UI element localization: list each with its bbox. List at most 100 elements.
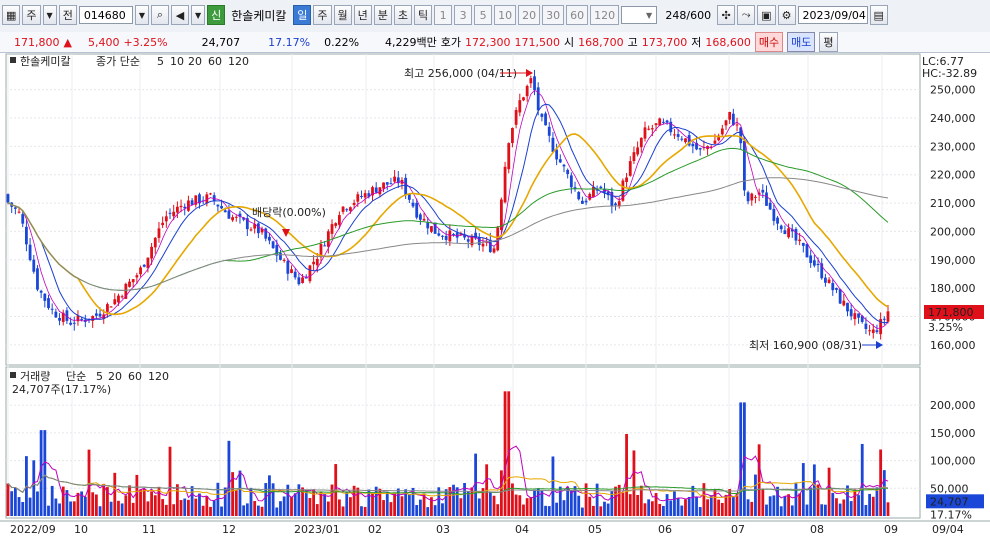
candle-body [614, 203, 617, 206]
volume-bar [418, 499, 422, 516]
candle-body [17, 211, 21, 213]
candle-body [301, 277, 304, 283]
volume-bar [245, 503, 249, 516]
candle-body [658, 118, 662, 126]
candle-body [32, 259, 36, 272]
volume-bar [113, 472, 117, 516]
volume-bar [120, 503, 124, 516]
volume-bar [131, 502, 135, 516]
price-tick-label: 180,000 [930, 282, 976, 295]
candle-body [555, 149, 559, 160]
candle-body [157, 228, 161, 238]
low-label: 저 [691, 36, 702, 49]
period-month-button[interactable]: 월 [333, 5, 352, 25]
code-dropdown-icon[interactable]: ▼ [134, 5, 149, 25]
market-button[interactable]: 주 [22, 5, 41, 25]
candle-body [352, 202, 356, 205]
candle-body [444, 235, 448, 240]
calendar-icon[interactable]: ▤ [869, 5, 888, 25]
volume-bar [628, 494, 632, 516]
speaker-dropdown-icon[interactable]: ▼ [190, 5, 206, 25]
volume-bar [433, 505, 437, 516]
volume-tick-label: 200,000 [930, 399, 976, 412]
volume-bar [853, 489, 857, 516]
period-week-button[interactable]: 주 [313, 5, 332, 25]
volume-bar [544, 505, 547, 516]
candle-body [404, 177, 408, 195]
period-second-button[interactable]: 초 [393, 5, 412, 25]
candle-body [161, 222, 165, 226]
turnover-pct: 17.17% [268, 35, 311, 49]
candle-body [794, 228, 798, 241]
period-tick-button[interactable]: 틱 [414, 5, 433, 25]
candle-body [525, 85, 529, 97]
volume-bar [282, 496, 286, 516]
toolbar: ▦ 주 ▼ 전 014680 ▼ ⌕ ◀ ▼ 신 한솔케미칼 일 주 월 년 분… [0, 0, 990, 33]
low-annotation: 최저 160,900 (08/31) [749, 339, 862, 352]
stock-code-input[interactable]: 014680 [78, 6, 133, 24]
interval-60-button[interactable]: 60 [566, 5, 589, 25]
date-input[interactable]: 2023/09/04 [797, 6, 868, 24]
volume-bar [17, 497, 21, 516]
volume-bar [315, 504, 319, 516]
volume-bar [632, 450, 636, 516]
volume-bar [757, 444, 761, 516]
period-minute-button[interactable]: 분 [373, 5, 392, 25]
count-field[interactable]: 248/600 [659, 6, 715, 24]
candle-body [691, 143, 695, 147]
volume-bar [809, 487, 813, 516]
search-icon[interactable]: ⌕ [150, 5, 169, 25]
candle-body [345, 209, 349, 211]
interval-dropdown[interactable]: ▼ [621, 6, 658, 24]
volume-bar [750, 501, 754, 516]
interval-3-button[interactable]: 3 [454, 5, 473, 25]
volume-bar [43, 430, 47, 516]
interval-20-button[interactable]: 20 [518, 5, 541, 25]
candle-body [94, 313, 98, 316]
grid-icon[interactable]: ▦ [2, 5, 21, 25]
sell-button[interactable]: 매도 [787, 32, 816, 52]
candle-body [754, 196, 757, 198]
candle-body [448, 230, 452, 242]
price-legend-ma-20: 20 [188, 55, 202, 68]
volume-bar [168, 446, 172, 516]
chart-type-icon[interactable]: ⤳ [737, 5, 756, 25]
candle-body [256, 223, 260, 234]
volume-bar [547, 506, 551, 516]
period-day-button[interactable]: 일 [293, 5, 312, 25]
interval-5-button[interactable]: 5 [474, 5, 493, 25]
price-change-pct: +3.25% [123, 35, 168, 49]
count-total: /600 [686, 8, 712, 22]
buy-button[interactable]: 매수 [754, 32, 784, 52]
eval-button[interactable]: 평 [819, 32, 838, 52]
interval-120-button[interactable]: 120 [590, 5, 620, 25]
interval-10-button[interactable]: 10 [494, 5, 517, 25]
speaker-icon[interactable]: ◀ [170, 5, 189, 25]
high-price: 173,700 [641, 35, 688, 49]
crosshair-icon[interactable]: ✣ [717, 5, 736, 25]
all-button[interactable]: 전 [58, 5, 77, 25]
time-tick-label: 12 [222, 523, 236, 536]
volume-bar [76, 492, 80, 516]
volume-bar [183, 498, 187, 516]
stock-chart[interactable]: 160,000170,000180,000190,000200,000210,0… [0, 53, 990, 540]
volume-bar [610, 491, 614, 516]
candle-body [50, 308, 54, 310]
candle-body [882, 318, 886, 320]
interval-1-button[interactable]: 1 [434, 5, 453, 25]
gear-icon[interactable]: ⚙ [777, 5, 796, 25]
volume-bar [551, 456, 555, 516]
volume-bar [669, 500, 673, 516]
candle-body [514, 110, 518, 125]
period-year-button[interactable]: 년 [353, 5, 372, 25]
interval-30-button[interactable]: 30 [542, 5, 565, 25]
candle-body [411, 202, 415, 207]
candle-body [21, 214, 25, 224]
volume-bar [341, 506, 345, 516]
candle-body [477, 237, 481, 245]
price-tick-label: 220,000 [930, 169, 976, 182]
market-dropdown-icon[interactable]: ▼ [42, 5, 57, 25]
candle-body [175, 206, 179, 213]
save-icon[interactable]: ▣ [757, 5, 776, 25]
candle-body [868, 330, 871, 332]
